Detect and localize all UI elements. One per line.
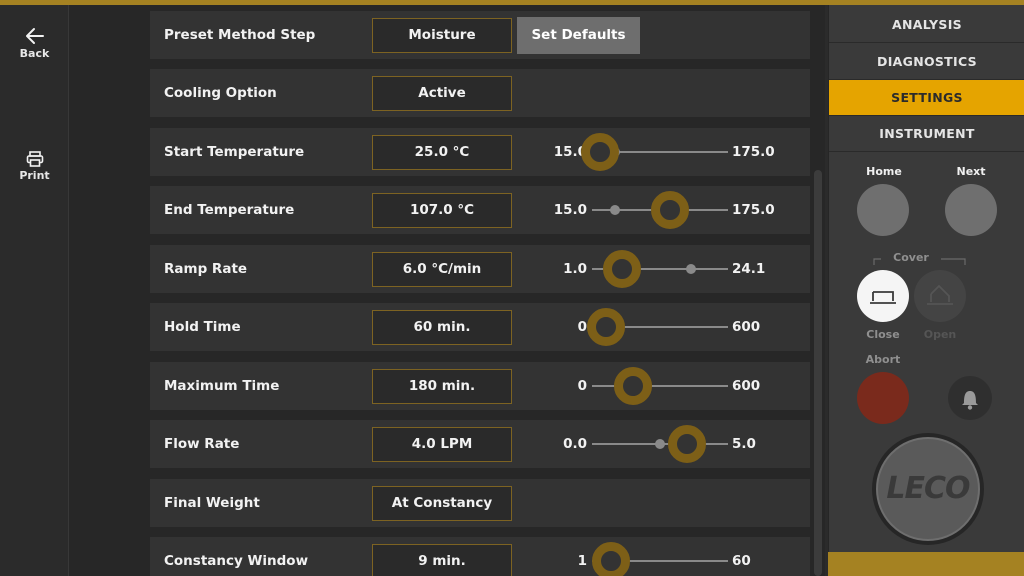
setting-label: End Temperature [164, 202, 295, 218]
setting-row: Constancy Window 9 min. 1 60 [150, 537, 810, 576]
setting-row: Preset Method Step Moisture Set Defaults [150, 11, 810, 59]
setting-value-field[interactable]: 25.0 °C [372, 135, 512, 170]
slider-knob[interactable] [581, 133, 620, 171]
setting-label: Preset Method Step [164, 27, 316, 43]
setting-label: Constancy Window [164, 553, 309, 569]
slider-max-label: 5.0 [732, 436, 756, 452]
print-label: Print [19, 169, 50, 182]
open-cover-button[interactable] [914, 270, 966, 322]
set-defaults-button[interactable]: Set Defaults [517, 17, 640, 54]
abort-button[interactable] [857, 372, 909, 424]
setting-label: Ramp Rate [164, 261, 248, 277]
setting-row: Start Temperature 25.0 °C 15.0 175.0 [150, 128, 810, 176]
setting-row: Final Weight At Constancy [150, 479, 810, 527]
setting-row: Hold Time 60 min. 0 600 [150, 303, 810, 351]
tab-settings[interactable]: SETTINGS [829, 80, 1024, 116]
back-label: Back [19, 47, 50, 60]
setting-row: Ramp Rate 6.0 °C/min 1.0 24.1 [150, 245, 810, 293]
slider-knob[interactable] [586, 308, 625, 346]
slider-max-label: 175.0 [732, 144, 775, 160]
next-label: Next [956, 165, 986, 178]
setting-value-field[interactable]: Moisture [372, 18, 512, 53]
slider-min-label: 0 [577, 378, 587, 394]
setting-value-field[interactable]: 180 min. [372, 369, 512, 404]
leco-logo: LECO [886, 471, 970, 506]
slider-knob[interactable] [613, 367, 652, 405]
slider-min-label: 1 [577, 553, 587, 569]
setting-label: Hold Time [164, 319, 241, 335]
abort-label: Abort [865, 353, 901, 366]
alerts-button[interactable] [948, 376, 992, 420]
next-button[interactable] [945, 184, 997, 236]
setting-row: Cooling Option Active [150, 69, 810, 117]
slider-max-label: 600 [732, 319, 761, 335]
left-nav: Back Print [0, 5, 69, 576]
tab-instrument[interactable]: INSTRUMENT [829, 116, 1024, 152]
setting-label: Final Weight [164, 495, 260, 511]
setting-row: Flow Rate 4.0 LPM 0.0 5.0 [150, 420, 810, 468]
close-cover-button[interactable] [857, 270, 909, 322]
setting-row: Maximum Time 180 min. 0 600 [150, 362, 810, 410]
slider-reference-marker [655, 439, 665, 449]
back-button[interactable]: Back [0, 27, 69, 60]
bottom-accent-bar [828, 552, 1024, 576]
slider-reference-marker [610, 205, 621, 215]
open-label: Open [923, 328, 957, 341]
slider-min-label: 1.0 [563, 261, 587, 277]
setting-value-field[interactable]: 6.0 °C/min [372, 252, 512, 287]
slider-max-label: 60 [732, 553, 751, 569]
slider-reference-marker [686, 264, 697, 274]
setting-value-field[interactable]: 9 min. [372, 544, 512, 576]
setting-value-field[interactable]: 4.0 LPM [372, 427, 512, 462]
slider-min-label: 0 [577, 319, 587, 335]
setting-value-field[interactable]: 60 min. [372, 310, 512, 345]
home-button[interactable] [857, 184, 909, 236]
slider-knob[interactable] [592, 542, 631, 576]
slider-track[interactable] [592, 385, 728, 387]
setting-label: Maximum Time [164, 378, 280, 394]
scrollbar[interactable] [814, 170, 822, 576]
arrow-left-icon [25, 28, 44, 44]
cover-closed-icon [870, 291, 896, 304]
bell-icon [962, 391, 978, 410]
slider-knob[interactable] [602, 250, 641, 288]
slider-min-label: 15.0 [553, 144, 587, 160]
setting-label: Cooling Option [164, 85, 277, 101]
close-label: Close [866, 328, 900, 341]
settings-list: Preset Method Step Moisture Set Defaults Co… [69, 5, 825, 576]
print-button[interactable]: Print [0, 151, 69, 182]
leco-logo-ring: LECO [872, 433, 984, 545]
right-panel: ANALYSIS DIAGNOSTICS SETTINGS INSTRUMENT… [828, 5, 1024, 576]
slider-min-label: 15.0 [553, 202, 587, 218]
setting-row: End Temperature 107.0 °C 15.0 175.0 [150, 186, 810, 234]
setting-label: Flow Rate [164, 436, 240, 452]
slider-max-label: 24.1 [732, 261, 766, 277]
slider-min-label: 0.0 [563, 436, 587, 452]
cover-open-icon [927, 284, 953, 305]
setting-value-field[interactable]: At Constancy [372, 486, 512, 521]
slider-knob[interactable] [668, 425, 707, 463]
tab-analysis[interactable]: ANALYSIS [829, 7, 1024, 43]
tab-diagnostics[interactable]: DIAGNOSTICS [829, 44, 1024, 80]
setting-value-field[interactable]: Active [372, 76, 512, 111]
cover-label: Cover [881, 251, 941, 264]
printer-icon [26, 151, 43, 167]
setting-value-field[interactable]: 107.0 °C [372, 193, 512, 228]
home-label: Home [866, 165, 902, 178]
slider-max-label: 175.0 [732, 202, 775, 218]
slider-max-label: 600 [732, 378, 761, 394]
slider-knob[interactable] [650, 191, 689, 229]
setting-label: Start Temperature [164, 144, 305, 160]
